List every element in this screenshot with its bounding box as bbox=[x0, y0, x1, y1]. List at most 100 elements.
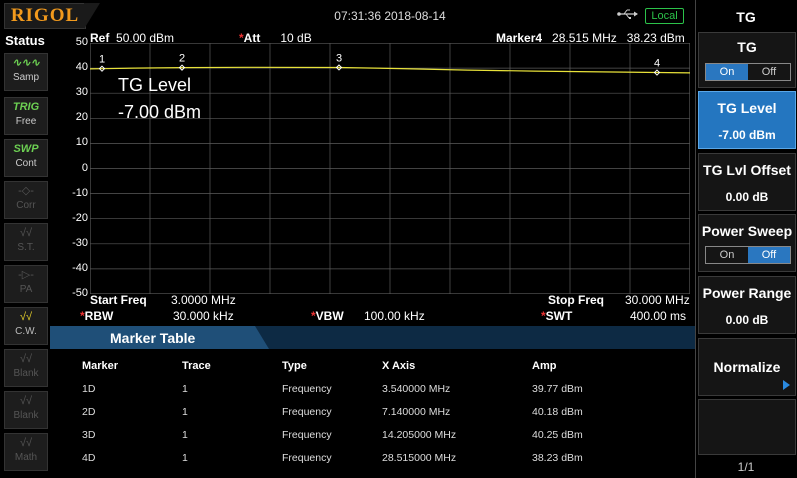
status-button-label: Math bbox=[14, 452, 38, 463]
status-button-samp[interactable]: ∿∿∿ Samp bbox=[4, 53, 48, 91]
table-cell: Frequency bbox=[282, 406, 332, 418]
status-button-label: Free bbox=[15, 116, 37, 127]
st-icon: √√ bbox=[19, 227, 33, 239]
start-freq-label: Start Freq bbox=[90, 293, 147, 307]
status-button-blank[interactable]: √√ Blank bbox=[4, 391, 48, 429]
rbw-label: *RBW bbox=[80, 309, 114, 323]
marker-table-header-trace: Trace bbox=[182, 360, 211, 372]
table-cell: 40.25 dBm bbox=[532, 429, 583, 441]
menu-page-indicator: 1/1 bbox=[737, 460, 755, 474]
marker-label: 3 bbox=[336, 52, 342, 64]
table-cell: 28.515000 MHz bbox=[382, 452, 457, 464]
status-button-label: S.T. bbox=[17, 242, 35, 253]
marker-label: 2 bbox=[179, 53, 185, 65]
y-tick-label: 20 bbox=[75, 111, 88, 124]
y-tick-label: 0 bbox=[81, 161, 88, 174]
table-cell: Frequency bbox=[282, 383, 332, 395]
table-cell: 1 bbox=[182, 429, 188, 441]
y-tick-label: 10 bbox=[75, 136, 88, 149]
tg-on-off-switch[interactable]: On Off bbox=[705, 63, 791, 81]
logo-wedge bbox=[84, 3, 100, 29]
tg-level-softkey-label: TG Level bbox=[717, 100, 777, 116]
power-sweep-switch[interactable]: On Off bbox=[705, 246, 791, 264]
y-tick-label: -10 bbox=[72, 186, 88, 199]
empty-softkey[interactable] bbox=[698, 399, 796, 455]
power-sweep-label: Power Sweep bbox=[701, 223, 793, 239]
table-cell: 1 bbox=[182, 452, 188, 464]
tg-level-offset-label: TG Lvl Offset bbox=[703, 162, 791, 178]
tg-on-option[interactable]: On bbox=[706, 64, 748, 80]
status-button-label: Samp bbox=[12, 72, 40, 83]
status-button-blank[interactable]: √√ Blank bbox=[4, 349, 48, 387]
table-cell: 3D bbox=[82, 429, 96, 441]
normalize-softkey[interactable]: Normalize bbox=[698, 338, 796, 396]
status-button-label: Corr bbox=[16, 200, 36, 211]
marker-table-title: Marker Table bbox=[110, 330, 196, 346]
swp-icon: SWP bbox=[13, 143, 39, 155]
table-cell: 4D bbox=[82, 452, 96, 464]
y-tick-label: -40 bbox=[72, 261, 88, 274]
power-range-softkey[interactable]: Power Range 0.00 dB bbox=[698, 276, 796, 334]
y-tick-label: -20 bbox=[72, 211, 88, 224]
table-cell: Frequency bbox=[282, 452, 332, 464]
menu-title: TG bbox=[736, 9, 756, 25]
tg-off-option[interactable]: Off bbox=[748, 64, 790, 80]
status-button-label: Cont bbox=[15, 158, 37, 169]
submenu-arrow-icon bbox=[783, 380, 790, 390]
table-cell: 1 bbox=[182, 406, 188, 418]
status-button-corr[interactable]: -◇- Corr bbox=[4, 181, 48, 219]
status-button-cont[interactable]: SWP Cont bbox=[4, 139, 48, 177]
power-sweep-softkey[interactable]: Power Sweep On Off bbox=[698, 214, 796, 272]
swt-label: *SWT bbox=[541, 309, 573, 323]
rbw-value: 30.000 kHz bbox=[173, 309, 234, 323]
y-tick-label: 30 bbox=[75, 86, 88, 99]
status-button-pa[interactable]: -▷- PA bbox=[4, 265, 48, 303]
status-button-label: Blank bbox=[13, 410, 39, 421]
vbw-label: *VBW bbox=[311, 309, 344, 323]
pa-icon: -▷- bbox=[18, 269, 34, 281]
tg-label: TG bbox=[737, 39, 757, 55]
tg-level-softkey[interactable]: TG Level -7.00 dBm bbox=[698, 91, 796, 149]
start-freq-value: 3.0000 MHz bbox=[171, 293, 236, 307]
status-button-label: Blank bbox=[13, 368, 39, 379]
marker-label: 1 bbox=[99, 54, 105, 66]
rigol-logo: RIGOL bbox=[4, 3, 86, 29]
marker-table-header-marker: Marker bbox=[82, 360, 119, 372]
table-cell: 39.77 dBm bbox=[532, 383, 583, 395]
tg-toggle-softkey[interactable]: TG On Off bbox=[698, 32, 796, 88]
status-button-label: PA bbox=[19, 284, 33, 295]
stop-freq-label: Stop Freq bbox=[548, 293, 604, 307]
math-icon: √√ bbox=[19, 437, 33, 449]
table-cell: 1D bbox=[82, 383, 96, 395]
table-cell: 7.140000 MHz bbox=[382, 406, 451, 418]
power-sweep-off-option[interactable]: Off bbox=[748, 247, 790, 263]
status-button-label: C.W. bbox=[15, 326, 37, 337]
table-cell: 40.18 dBm bbox=[532, 406, 583, 418]
table-cell: Frequency bbox=[282, 429, 332, 441]
samp-wave-icon: ∿∿∿ bbox=[12, 57, 40, 69]
power-range-label: Power Range bbox=[702, 285, 792, 301]
marker-label: 4 bbox=[654, 58, 660, 70]
vbw-value: 100.00 kHz bbox=[364, 309, 425, 323]
y-tick-label: -50 bbox=[72, 287, 88, 299]
status-button-math[interactable]: √√ Math bbox=[4, 433, 48, 471]
trig-icon: TRIG bbox=[12, 101, 40, 113]
status-button-cw[interactable]: √√ C.W. bbox=[4, 307, 48, 345]
swt-value: 400.00 ms bbox=[630, 309, 687, 323]
table-cell: 2D bbox=[82, 406, 96, 418]
y-tick-label: 40 bbox=[75, 61, 88, 74]
tg-level-offset-value: 0.00 dB bbox=[725, 190, 769, 204]
marker-table-tab-wedge bbox=[255, 326, 269, 349]
tg-level-softkey-value: -7.00 dBm bbox=[718, 128, 776, 142]
blank-icon: √√ bbox=[19, 353, 33, 365]
status-button-free[interactable]: TRIG Free bbox=[4, 97, 48, 135]
table-cell: 14.205000 MHz bbox=[382, 429, 457, 441]
marker-table-header-x-axis: X Axis bbox=[382, 360, 416, 372]
power-sweep-on-option[interactable]: On bbox=[706, 247, 748, 263]
tg-level-offset-softkey[interactable]: TG Lvl Offset 0.00 dB bbox=[698, 153, 796, 211]
datetime: 07:31:36 2018-08-14 bbox=[334, 9, 446, 23]
marker-table-header-type: Type bbox=[282, 360, 307, 372]
status-button-st[interactable]: √√ S.T. bbox=[4, 223, 48, 261]
tg-level-overlay-label: TG Level bbox=[118, 75, 192, 95]
cw-icon: √√ bbox=[19, 311, 33, 323]
